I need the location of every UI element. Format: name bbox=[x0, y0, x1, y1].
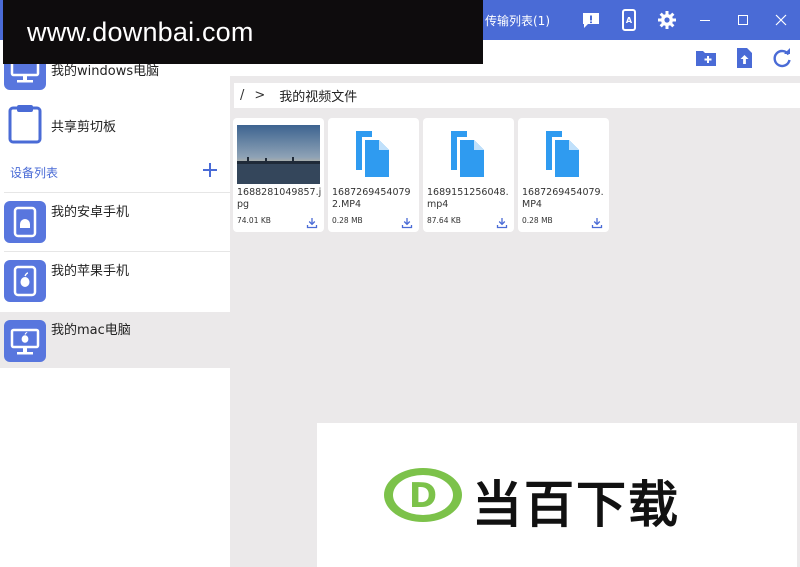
breadcrumb-root[interactable]: / bbox=[240, 88, 244, 103]
svg-text:A: A bbox=[626, 16, 633, 25]
ad-brand-text: 当百下载 bbox=[472, 476, 680, 534]
file-copy-icon bbox=[522, 125, 605, 184]
clipboard-icon bbox=[6, 104, 44, 144]
add-device-icon[interactable] bbox=[200, 160, 220, 180]
sidebar-item-apple-phone[interactable]: 我的苹果手机 bbox=[0, 252, 230, 310]
upload-icon[interactable] bbox=[732, 46, 756, 70]
title-bar-actions: 传输列表(1) A bbox=[485, 0, 800, 40]
file-copy-icon bbox=[427, 125, 510, 184]
file-size: 74.01 KB bbox=[237, 216, 271, 225]
download-icon[interactable] bbox=[401, 214, 413, 229]
sidebar-item-label: 我的安卓手机 bbox=[51, 205, 130, 220]
ad-banner: D 当百下载 bbox=[317, 423, 797, 567]
refresh-icon[interactable] bbox=[770, 46, 794, 70]
file-item[interactable]: 1687269454079.MP4 0.28 MB bbox=[518, 118, 609, 232]
file-item[interactable]: 16872694540792.MP4 0.28 MB bbox=[328, 118, 419, 232]
new-folder-icon[interactable] bbox=[694, 46, 718, 70]
logo-letter: D bbox=[409, 476, 437, 516]
file-name: 1688281049857.jpg bbox=[237, 187, 322, 210]
feedback-icon[interactable] bbox=[572, 0, 610, 40]
breadcrumb: / > 我的视频文件 bbox=[234, 83, 800, 108]
transfer-list-button[interactable]: 传输列表(1) bbox=[485, 12, 550, 29]
sidebar: 我的windows电脑 共享剪切板 设备列表 我的安卓手机 我的苹果手机 我的m… bbox=[0, 40, 230, 567]
file-item[interactable]: 1688281049857.jpg 74.01 KB bbox=[233, 118, 324, 232]
image-thumbnail bbox=[237, 125, 320, 184]
file-copy-icon bbox=[332, 125, 415, 184]
watermark-banner: www.downbai.com bbox=[3, 0, 483, 64]
download-icon[interactable] bbox=[496, 214, 508, 229]
file-name: 1687269454079.MP4 bbox=[522, 187, 604, 210]
download-icon[interactable] bbox=[591, 214, 603, 229]
file-name: 16872694540792.MP4 bbox=[332, 187, 411, 210]
minimize-icon[interactable] bbox=[686, 0, 724, 40]
file-item[interactable]: 1689151256048.mp4 87.64 KB bbox=[423, 118, 514, 232]
file-size: 0.28 MB bbox=[332, 216, 363, 225]
file-size: 0.28 MB bbox=[522, 216, 553, 225]
maximize-icon[interactable] bbox=[724, 0, 762, 40]
close-icon[interactable] bbox=[762, 0, 800, 40]
sidebar-item-mac-pc[interactable]: 我的mac电脑 bbox=[0, 312, 230, 368]
apple-phone-icon bbox=[4, 260, 46, 302]
mac-desktop-icon bbox=[4, 320, 46, 362]
download-icon[interactable] bbox=[306, 214, 318, 229]
breadcrumb-separator: > bbox=[254, 88, 266, 103]
file-name: 1689151256048.mp4 bbox=[427, 187, 509, 210]
watermark-text: www.downbai.com bbox=[27, 16, 254, 47]
breadcrumb-current-folder[interactable]: 我的视频文件 bbox=[279, 86, 357, 105]
sidebar-item-shared-clipboard[interactable]: 共享剪切板 bbox=[0, 102, 230, 146]
phone-screen-icon[interactable]: A bbox=[610, 0, 648, 40]
downbai-logo: D bbox=[383, 467, 463, 523]
sidebar-item-label: 我的mac电脑 bbox=[51, 323, 131, 338]
android-phone-icon bbox=[4, 201, 46, 243]
sidebar-item-label: 共享剪切板 bbox=[51, 120, 117, 135]
sidebar-item-android-phone[interactable]: 我的安卓手机 bbox=[0, 193, 230, 251]
file-size: 87.64 KB bbox=[427, 216, 461, 225]
sidebar-item-label: 我的苹果手机 bbox=[51, 264, 130, 279]
settings-icon[interactable] bbox=[648, 0, 686, 40]
device-list-title: 设备列表 bbox=[10, 166, 59, 180]
